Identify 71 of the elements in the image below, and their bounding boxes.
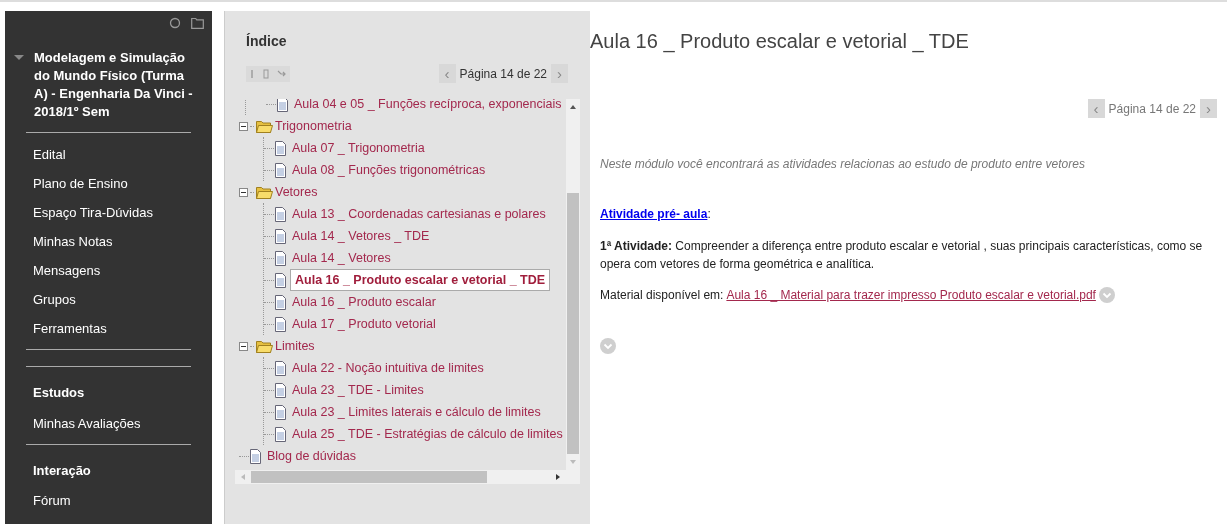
document-icon — [274, 294, 287, 310]
arrow-icon[interactable] — [277, 68, 287, 79]
sidebar-item[interactable]: Ferramentas — [5, 314, 212, 343]
collapse-toggle[interactable] — [239, 341, 248, 351]
document-icon — [274, 360, 287, 376]
document-icon — [274, 206, 287, 222]
colon-text: : — [707, 206, 711, 223]
folder-icon — [256, 119, 273, 133]
vertical-scrollbar-thumb[interactable] — [567, 193, 579, 454]
sidebar-item[interactable]: Minhas Avaliações — [5, 408, 212, 438]
horizontal-scrollbar-thumb[interactable] — [251, 471, 487, 483]
folder-label[interactable]: Trigonometria — [275, 116, 352, 136]
sidebar-item[interactable]: Minhas Notas — [5, 227, 212, 256]
document-icon — [274, 382, 287, 398]
rectangle-icon[interactable] — [263, 68, 269, 79]
section-heading: Estudos — [32, 384, 86, 402]
page-link[interactable]: Aula 04 e 05 _ Funções recíproca, exponenciais — [294, 99, 562, 114]
document-icon — [274, 316, 287, 332]
page-link[interactable]: Aula 14 _ Vetores _ TDE — [292, 226, 430, 246]
sidebar-item[interactable]: Plano de Ensino — [5, 169, 212, 198]
course-title[interactable]: Modelagem e Simulação do Mundo Físico (Turma A) - Engenharia Da Vinci - 2018/1º Sem — [34, 49, 200, 121]
section-heading: Interação — [32, 461, 92, 480]
folder-label[interactable]: Limites — [275, 336, 315, 356]
folder-label[interactable]: Vetores — [275, 182, 318, 202]
sidebar-item[interactable]: Edital — [5, 133, 212, 169]
sidebar-item[interactable]: Fórum — [5, 486, 212, 515]
page-indicator: Página 14 de 22 — [459, 65, 547, 83]
scroll-up-icon[interactable] — [570, 105, 576, 109]
page-link[interactable]: Aula 07 _ Trigonometria — [292, 138, 425, 158]
scroll-left-icon[interactable] — [241, 474, 245, 480]
activity-description: 1ª Atividade: Compreender a diferença entre produto escalar e vetorial , suas principais características, como se opera com vetores de forma geométrica e analítica. — [600, 238, 1204, 273]
folder-icon — [256, 339, 273, 353]
scroll-down-icon[interactable] — [570, 460, 576, 464]
sidebar-item[interactable]: Espaço Tira-Dúvidas — [5, 198, 212, 227]
scroll-right-icon[interactable] — [556, 474, 560, 480]
collapse-toggle[interactable] — [239, 121, 248, 131]
page-link[interactable]: Aula 16 _ Produto escalar — [292, 292, 436, 312]
page-link[interactable]: Aula 08 _ Funções trigonométricas — [292, 160, 486, 180]
document-icon — [274, 140, 287, 156]
page-link[interactable]: Aula 13 _ Coordenadas cartesianas e polares — [292, 204, 546, 224]
document-icon — [274, 162, 287, 178]
page-link[interactable]: Aula 25 _ TDE - Estratégias de cálculo de limites — [292, 424, 563, 444]
document-icon — [274, 250, 287, 266]
page-link[interactable]: Blog de dúvidas — [267, 446, 356, 466]
page-title: Aula 16 _ Produto escalar e vetorial _ TDE — [590, 29, 970, 53]
chevron-down-icon[interactable] — [1098, 287, 1115, 303]
material-label: Material disponível em: — [600, 287, 724, 304]
document-icon — [249, 448, 262, 464]
document-icon — [276, 99, 289, 112]
document-icon — [274, 272, 287, 288]
chevron-down-icon[interactable] — [600, 337, 616, 354]
document-icon — [274, 228, 287, 244]
collapse-toggle[interactable] — [239, 187, 248, 197]
page-link[interactable]: Aula 17 _ Produto vetorial — [292, 314, 436, 334]
bar-icon[interactable] — [249, 68, 255, 79]
index-title: Índice — [245, 32, 288, 51]
sidebar-item[interactable]: Grupos — [5, 285, 212, 314]
page-link[interactable]: Aula 22 - Noção intuitiva de limites — [292, 358, 484, 378]
collapse-triangle-icon[interactable] — [14, 54, 24, 62]
page-link[interactable]: Aula 23 _ Limites laterais e cálculo de limites — [292, 402, 541, 422]
document-icon — [274, 426, 287, 442]
folder-outline-icon[interactable] — [191, 17, 204, 29]
module-description: Neste módulo você encontrará as atividades relacionas ao estudo de produto entre vetores — [600, 156, 1086, 173]
sidebar-item[interactable]: Mensagens — [5, 256, 212, 285]
page-link[interactable]: Aula 14 _ Vetores — [292, 248, 391, 268]
page-link[interactable]: Aula 16 _ Produto escalar e vetorial _ TDE — [290, 268, 551, 292]
folder-icon — [256, 185, 273, 199]
material-link[interactable]: Aula 16 _ Material para trazer impresso Produto escalar e vetorial.pdf — [726, 286, 1096, 304]
page-indicator: Página 14 de 22 — [1108, 100, 1196, 118]
page-link[interactable]: Aula 23 _ TDE - Limites — [292, 380, 424, 400]
document-icon — [274, 404, 287, 420]
